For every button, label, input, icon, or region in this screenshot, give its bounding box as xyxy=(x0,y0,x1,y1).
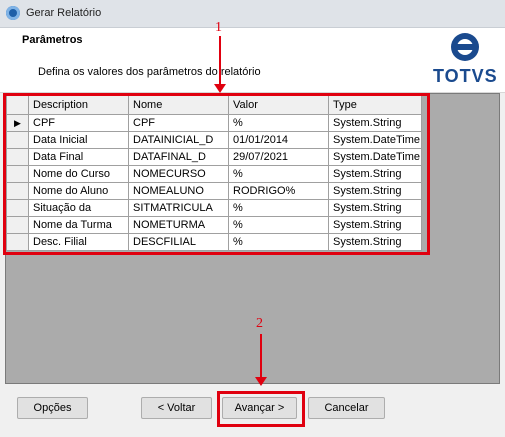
annotation-number-2: 2 xyxy=(256,316,263,331)
annotation-arrowhead-2 xyxy=(255,377,267,386)
annotation-arrowhead-1 xyxy=(214,84,226,93)
header-panel: Parâmetros Defina os valores dos parâmet… xyxy=(0,28,505,93)
page-subtitle: Defina os valores dos parâmetros do rela… xyxy=(38,66,261,78)
annotation-arrow-2 xyxy=(260,334,262,379)
window-title: Gerar Relatório xyxy=(26,7,102,19)
title-bar: Gerar Relatório xyxy=(0,0,505,28)
cancel-button[interactable]: Cancelar xyxy=(308,397,385,419)
back-button[interactable]: < Voltar xyxy=(141,397,212,419)
page-title: Parâmetros xyxy=(22,34,83,46)
totvs-logo-icon xyxy=(451,33,479,61)
options-button[interactable]: Opções xyxy=(17,397,88,419)
totvs-logo-text: TOTVS xyxy=(433,66,498,86)
annotation-arrow-1 xyxy=(219,36,221,86)
app-icon xyxy=(6,6,20,20)
next-button[interactable]: Avançar > xyxy=(222,397,297,419)
annotation-number-1: 1 xyxy=(215,20,222,35)
annotation-box-grid xyxy=(3,93,430,255)
